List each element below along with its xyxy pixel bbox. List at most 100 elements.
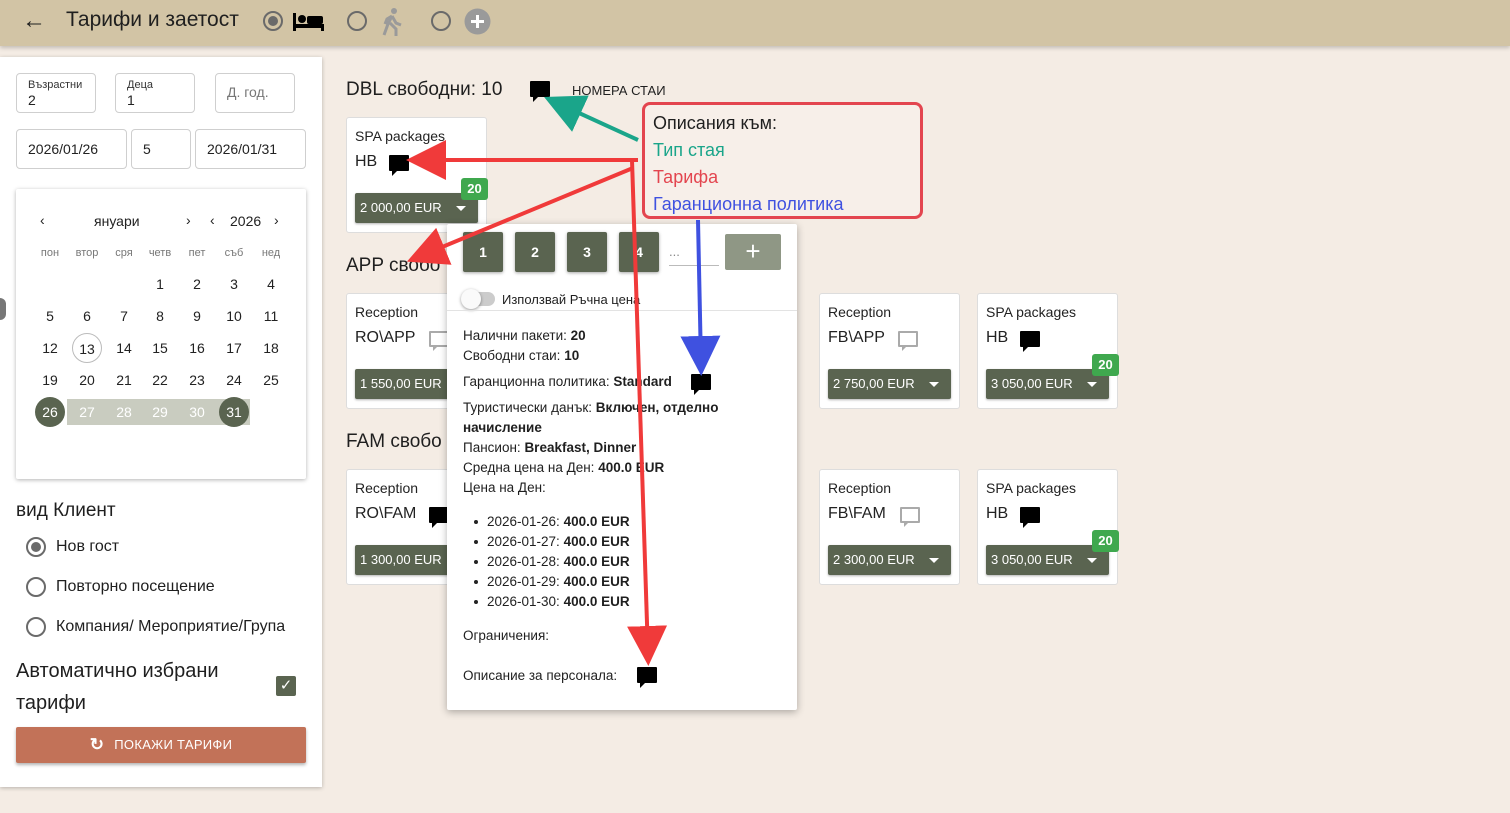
client-new-label[interactable]: Нов гост — [56, 538, 119, 556]
manual-price-toggle[interactable] — [461, 289, 495, 309]
client-repeat-radio[interactable] — [26, 577, 46, 597]
prev-year-icon[interactable]: ‹ — [210, 212, 215, 228]
calendar-day[interactable]: 16 — [182, 333, 212, 363]
rate-card-app-spa[interactable]: SPA packages НВ 3 050,00 EUR 20 — [977, 293, 1119, 409]
client-repeat-label[interactable]: Повторно посещение — [56, 578, 215, 596]
calendar-day[interactable]: 9 — [182, 301, 212, 331]
calendar-day[interactable]: 28 — [109, 397, 139, 427]
rate-description-icon[interactable] — [429, 507, 449, 528]
add-room-button[interactable]: + — [725, 234, 781, 270]
calendar-day[interactable]: 31 — [219, 397, 249, 427]
nights-value: 5 — [143, 141, 151, 157]
side-handle[interactable] — [0, 298, 6, 320]
auto-rates-checkbox[interactable]: ✓ — [276, 676, 296, 696]
room-number-button[interactable]: 2 — [515, 232, 555, 272]
rate-description-empty-icon[interactable] — [898, 331, 918, 351]
rate-card-fam-fb[interactable]: Reception FB\FAM 2 300,00 EUR — [819, 469, 960, 585]
rate-description-icon[interactable] — [389, 155, 409, 176]
rate-card-dbl-spa[interactable]: SPA packages НВ 2 000,00 EUR 20 — [346, 117, 488, 233]
availability-badge: 20 — [1092, 530, 1119, 552]
rate-card-app-fb[interactable]: Reception FB\APP 2 750,00 EUR — [819, 293, 960, 409]
calendar-day[interactable]: 27 — [72, 397, 102, 427]
weekday-label: втор — [75, 247, 99, 259]
annotation-guarantee: Гаранционна политика — [653, 194, 844, 214]
rate-description-empty-icon[interactable] — [900, 507, 920, 527]
rate-code: RO\APP — [355, 329, 416, 346]
calendar-day[interactable]: 8 — [145, 301, 175, 331]
client-new-radio[interactable] — [26, 537, 46, 557]
weekday-label: четв — [148, 247, 172, 259]
calendar-day[interactable]: 14 — [109, 333, 139, 363]
rate-category: Reception — [828, 480, 892, 496]
next-month-icon[interactable]: › — [186, 212, 191, 228]
room-number-input[interactable]: ... — [669, 244, 719, 266]
date-to-field[interactable]: 2026/01/31 — [195, 129, 306, 169]
view-walkin-radio[interactable] — [347, 11, 367, 31]
guarantee-line: Гаранционна политика: Standard — [463, 374, 672, 389]
rate-description-icon[interactable] — [1020, 507, 1040, 528]
adults-field[interactable]: Възрастни 2 — [16, 73, 96, 113]
guarantee-value: Standard — [613, 374, 672, 389]
nights-field[interactable]: 5 — [131, 129, 191, 169]
avg-price-line: Средна цена на Ден: 400.0 EUR — [463, 460, 664, 475]
calendar-day[interactable]: 15 — [145, 333, 175, 363]
room-number-button[interactable]: 4 — [619, 232, 659, 272]
calendar-day[interactable]: 25 — [256, 365, 286, 395]
room-number-button[interactable]: 3 — [567, 232, 607, 272]
calendar-day[interactable]: 7 — [109, 301, 139, 331]
rate-description-icon[interactable] — [1020, 331, 1040, 352]
calendar-day[interactable]: 12 — [35, 333, 65, 363]
prev-month-icon[interactable]: ‹ — [40, 212, 45, 228]
packages-value: 20 — [570, 328, 586, 343]
view-add-radio[interactable] — [431, 11, 451, 31]
date-from-field[interactable]: 2026/01/26 — [16, 129, 127, 169]
room-number-button[interactable]: 1 — [463, 232, 503, 272]
client-company-radio[interactable] — [26, 617, 46, 637]
calendar-day[interactable]: 22 — [145, 365, 175, 395]
guarantee-description-icon[interactable] — [691, 374, 711, 395]
child-age-field[interactable]: Д. год. — [215, 73, 295, 113]
price-button[interactable]: 3 050,00 EUR — [986, 545, 1109, 575]
show-rates-button[interactable]: ↻ ПОКАЖИ ТАРИФИ — [16, 727, 306, 763]
price-button[interactable]: 3 050,00 EUR — [986, 369, 1109, 399]
divider — [447, 310, 797, 311]
auto-rates-label-1: Автоматично избрани — [16, 660, 219, 682]
children-field[interactable]: Деца 1 — [115, 73, 195, 113]
calendar-day[interactable]: 17 — [219, 333, 249, 363]
calendar-day[interactable]: 26 — [35, 397, 65, 427]
calendar-day[interactable]: 6 — [72, 301, 102, 331]
staff-description-icon[interactable] — [637, 667, 657, 688]
calendar-day[interactable]: 11 — [256, 301, 286, 331]
calendar-day[interactable]: 19 — [35, 365, 65, 395]
price-button[interactable]: 2 300,00 EUR — [828, 545, 951, 575]
view-rooms-radio[interactable] — [263, 11, 283, 31]
rate-description-empty-icon[interactable] — [429, 331, 449, 351]
calendar-day[interactable]: 29 — [145, 397, 175, 427]
room-numbers-label[interactable]: НОМЕРА СТАИ — [572, 83, 666, 98]
calendar-day[interactable]: 30 — [182, 397, 212, 427]
price-value: 2 300,00 EUR — [833, 552, 915, 567]
page-title: Тарифи и заетост — [66, 8, 239, 31]
price-value: 2 750,00 EUR — [833, 376, 915, 391]
calendar-day[interactable]: 5 — [35, 301, 65, 331]
calendar-day[interactable]: 4 — [256, 269, 286, 299]
next-year-icon[interactable]: › — [274, 212, 279, 228]
availability-badge: 20 — [1092, 354, 1119, 376]
client-company-label[interactable]: Компания/ Мероприятие/Група — [56, 618, 285, 636]
calendar-day[interactable]: 20 — [72, 365, 102, 395]
calendar-day[interactable]: 10 — [219, 301, 249, 331]
calendar-day[interactable]: 21 — [109, 365, 139, 395]
calendar-day[interactable]: 13 — [72, 333, 102, 363]
room-type-description-icon[interactable] — [530, 81, 550, 102]
calendar-day[interactable]: 24 — [219, 365, 249, 395]
calendar-day[interactable]: 3 — [219, 269, 249, 299]
calendar-day[interactable]: 23 — [182, 365, 212, 395]
calendar-day[interactable]: 18 — [256, 333, 286, 363]
calendar-day[interactable]: 2 — [182, 269, 212, 299]
price-button[interactable]: 2 000,00 EUR — [355, 193, 478, 223]
calendar-day[interactable]: 1 — [145, 269, 175, 299]
price-button[interactable]: 2 750,00 EUR — [828, 369, 951, 399]
back-arrow-icon[interactable]: ← — [22, 9, 46, 33]
add-circle-icon[interactable] — [464, 8, 491, 35]
rate-card-fam-spa[interactable]: SPA packages НВ 3 050,00 EUR 20 — [977, 469, 1119, 585]
